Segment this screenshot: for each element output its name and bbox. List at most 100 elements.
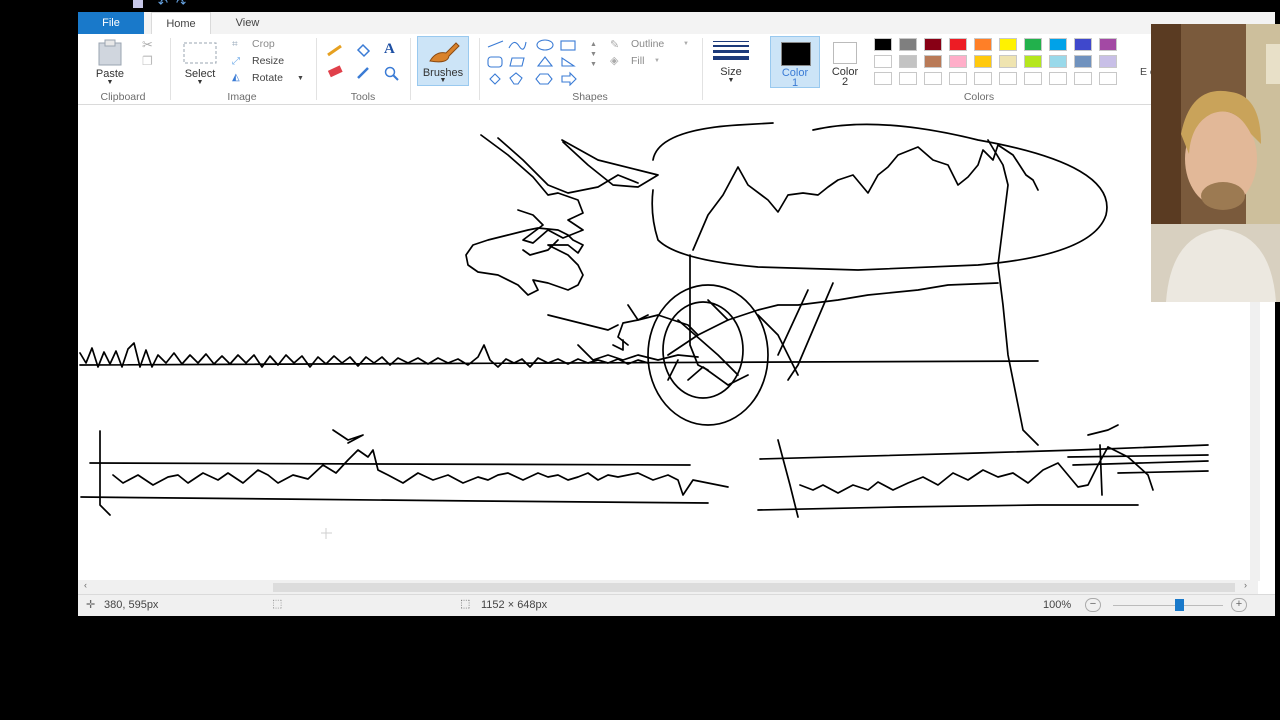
- paint-window: ↶ ↷ File Home View Paste ▼ ✂ ❐ Clipboard…: [78, 0, 1275, 616]
- brushes-button[interactable]: Brushes ▼: [417, 36, 469, 86]
- select-button[interactable]: Select ▼: [178, 37, 222, 89]
- crosshair-cursor-icon: [321, 528, 332, 539]
- color2-number: 2: [841, 76, 849, 88]
- color-swatch-2[interactable]: [899, 38, 917, 51]
- color-swatch-4[interactable]: [949, 55, 967, 68]
- color-swatch-3[interactable]: [924, 38, 942, 51]
- scroll-left-icon[interactable]: ‹: [84, 580, 87, 590]
- shapes-scroll-icon[interactable]: ▲ ▼ ▼: [590, 40, 597, 70]
- chevron-down-icon: ▼: [297, 75, 304, 82]
- custom-color-swatch-4[interactable]: [949, 72, 967, 85]
- chevron-down-icon: ▼: [439, 77, 447, 84]
- text-tool-icon[interactable]: A: [384, 41, 395, 58]
- color2-button[interactable]: Color 2: [823, 36, 867, 88]
- fill-icon[interactable]: ◈: [610, 54, 618, 67]
- separator: [316, 38, 317, 100]
- colors-group-label: Colors: [963, 91, 995, 103]
- color-swatch-10[interactable]: [1099, 38, 1117, 51]
- outline-button[interactable]: Outline: [631, 38, 664, 50]
- rotate-icon[interactable]: ◭: [232, 72, 240, 83]
- color-swatch-2[interactable]: [899, 55, 917, 68]
- color-swatch-8[interactable]: [1049, 38, 1067, 51]
- copy-icon[interactable]: ❐: [142, 54, 153, 68]
- shapes-gallery[interactable]: [486, 38, 586, 86]
- zoom-in-icon[interactable]: +: [1231, 598, 1247, 612]
- tools-group-label: Tools: [350, 91, 376, 103]
- chevron-down-icon: ▼: [106, 79, 114, 86]
- pencil-icon[interactable]: [326, 43, 344, 57]
- color-swatch-8[interactable]: [1049, 55, 1067, 68]
- chevron-down-icon: ▼: [654, 58, 660, 64]
- resize-button[interactable]: Resize: [252, 55, 284, 67]
- zoom-slider-track[interactable]: [1113, 605, 1223, 606]
- cursor-position-icon: ✛: [86, 599, 96, 611]
- crop-icon[interactable]: ⌗: [232, 39, 238, 50]
- redo-icon[interactable]: ↷: [176, 0, 186, 10]
- custom-color-swatch-9[interactable]: [1074, 72, 1092, 85]
- save-icon[interactable]: [133, 0, 143, 8]
- color-swatch-6[interactable]: [999, 55, 1017, 68]
- tab-file[interactable]: File: [78, 12, 144, 34]
- color-swatch-3[interactable]: [924, 55, 942, 68]
- cursor-position: 380, 595px: [104, 599, 159, 611]
- chevron-down-icon: ▼: [683, 41, 689, 47]
- cut-icon[interactable]: ✂: [142, 37, 153, 53]
- undo-icon[interactable]: ↶: [158, 0, 168, 10]
- custom-color-swatch-5[interactable]: [974, 72, 992, 85]
- eraser-icon[interactable]: [326, 65, 344, 79]
- color-picker-icon[interactable]: [355, 65, 373, 81]
- color-swatch-1[interactable]: [874, 38, 892, 51]
- horizontal-scroll-thumb[interactable]: [273, 583, 1235, 592]
- color-swatch-4[interactable]: [949, 38, 967, 51]
- image-group-label: Image: [227, 91, 257, 103]
- custom-color-swatch-7[interactable]: [1024, 72, 1042, 85]
- webcam-person-image: [1151, 24, 1280, 302]
- color-palette: [874, 38, 1144, 88]
- rotate-button[interactable]: Rotate: [252, 72, 283, 84]
- custom-color-swatch-10[interactable]: [1099, 72, 1117, 85]
- ribbon: Paste ▼ ✂ ❐ Clipboard Select ▼ ⌗ Crop ⤢ …: [78, 34, 1275, 105]
- drawing-canvas[interactable]: [78, 105, 1250, 577]
- size-button[interactable]: Size ▼: [708, 37, 754, 89]
- separator: [170, 38, 171, 100]
- color1-swatch: [781, 42, 811, 66]
- color-swatch-6[interactable]: [999, 38, 1017, 51]
- zoom-out-icon[interactable]: −: [1085, 598, 1101, 612]
- color-swatch-5[interactable]: [974, 55, 992, 68]
- chevron-down-icon: ▼: [196, 79, 204, 86]
- resize-icon[interactable]: ⤢: [232, 56, 240, 67]
- paste-button[interactable]: Paste ▼: [90, 37, 130, 87]
- clipboard-group-label: Clipboard: [100, 91, 146, 103]
- separator: [410, 38, 411, 100]
- crop-button[interactable]: Crop: [252, 38, 275, 50]
- status-bar: ✛ 380, 595px ⬚ ⬚ 1152 × 648px 100% − +: [78, 594, 1275, 616]
- custom-color-swatch-8[interactable]: [1049, 72, 1067, 85]
- custom-color-swatch-6[interactable]: [999, 72, 1017, 85]
- color-swatch-10[interactable]: [1099, 55, 1117, 68]
- fill-button[interactable]: Fill: [631, 55, 644, 67]
- scroll-right-icon[interactable]: ›: [1244, 580, 1247, 590]
- custom-color-swatch-3[interactable]: [924, 72, 942, 85]
- tab-home[interactable]: Home: [151, 12, 211, 35]
- custom-color-swatch-1[interactable]: [874, 72, 892, 85]
- color1-button[interactable]: Color 1: [770, 36, 820, 89]
- outline-icon[interactable]: ✎: [610, 38, 619, 51]
- color1-number: 1: [791, 77, 799, 89]
- canvas-size-icon: ⬚: [460, 598, 471, 610]
- color-swatch-7[interactable]: [1024, 38, 1042, 51]
- color-swatch-9[interactable]: [1074, 55, 1092, 68]
- color-swatch-9[interactable]: [1074, 38, 1092, 51]
- color-swatch-5[interactable]: [974, 38, 992, 51]
- magnifier-icon[interactable]: [383, 65, 401, 81]
- zoom-slider-thumb[interactable]: [1175, 599, 1184, 611]
- color-swatch-1[interactable]: [874, 55, 892, 68]
- select-rectangle-icon: [183, 42, 217, 64]
- quick-access-toolbar: ↶ ↷: [78, 0, 1275, 12]
- fill-bucket-icon[interactable]: [354, 42, 372, 58]
- selection-size-icon: ⬚: [272, 598, 283, 610]
- color-swatch-7[interactable]: [1024, 55, 1042, 68]
- custom-color-swatch-2[interactable]: [899, 72, 917, 85]
- webcam-overlay: [1151, 24, 1280, 302]
- tab-view[interactable]: View: [220, 12, 275, 34]
- separator: [702, 38, 703, 100]
